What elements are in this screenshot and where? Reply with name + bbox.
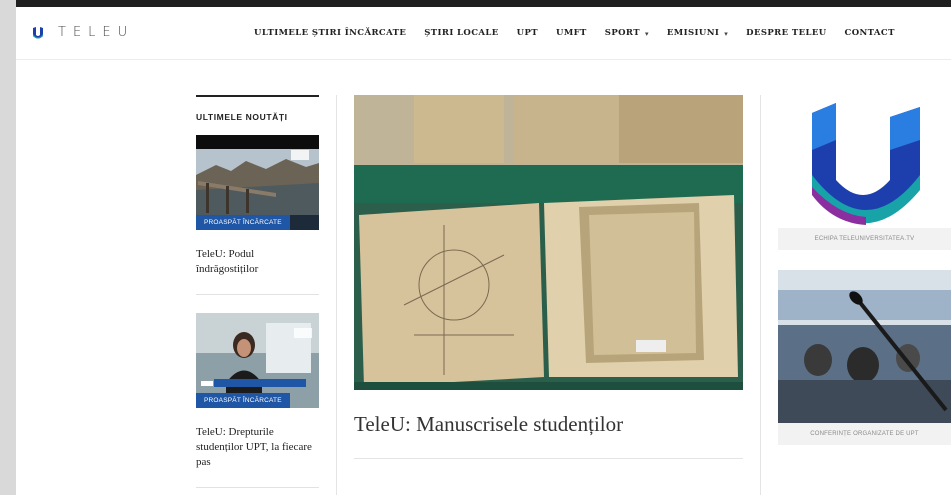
divider bbox=[354, 458, 743, 459]
chevron-down-icon: ▾ bbox=[644, 28, 649, 38]
latest-news-column: ULTIMELE NOUTĂȚI PROASPĂT ÎNCĂRCATE Tele… bbox=[196, 95, 319, 488]
nav-item-știri-locale[interactable]: ȘTIRI LOCALE bbox=[424, 28, 498, 38]
team-caption: ECHIPA TELEUNIVERSITATEA.TV bbox=[778, 228, 951, 250]
nav-item-label: CONTACT bbox=[844, 28, 895, 38]
post-thumbnail-student[interactable]: PROASPĂT ÎNCĂRCATE bbox=[196, 313, 319, 408]
nav-item-label: SPORT bbox=[604, 28, 640, 38]
column-divider bbox=[760, 95, 761, 495]
featured-article-title[interactable]: TeleU: Manuscrisele studenților bbox=[354, 412, 623, 437]
divider bbox=[196, 294, 319, 295]
post-thumbnail-bridge[interactable]: PROASPĂT ÎNCĂRCATE bbox=[196, 135, 319, 230]
nav-item-despre-teleu[interactable]: DESPRE TELEU bbox=[746, 28, 826, 38]
teleu-logo-icon bbox=[33, 26, 43, 38]
section-title: ULTIMELE NOUTĂȚI bbox=[196, 112, 288, 122]
nav-item-umft[interactable]: UMFT bbox=[556, 28, 587, 38]
featured-image-manuscripts[interactable] bbox=[354, 95, 743, 390]
post-badge[interactable]: PROASPĂT ÎNCĂRCATE bbox=[196, 393, 290, 408]
conference-caption: CONFERINȚE ORGANIZATE DE UPT bbox=[778, 423, 951, 445]
nav-item-ultimele-știri-încărcate[interactable]: ULTIMELE ȘTIRI ÎNCĂRCATE bbox=[254, 28, 406, 38]
conference-photo bbox=[778, 270, 951, 423]
main-nav: ULTIMELE ȘTIRI ÎNCĂRCATE ȘTIRI LOCALE UPT U… bbox=[254, 28, 913, 38]
post-title-link[interactable]: TeleU: Drepturile studenților UPT, la fi… bbox=[196, 425, 319, 470]
post-badge[interactable]: PROASPĂT ÎNCĂRCATE bbox=[196, 215, 290, 230]
nav-item-label: DESPRE TELEU bbox=[746, 28, 827, 38]
site-logo[interactable]: TELEU bbox=[32, 25, 134, 40]
nav-item-label: EMISIUNI bbox=[666, 28, 720, 38]
nav-item-label: ULTIMELE ȘTIRI ÎNCĂRCATE bbox=[254, 28, 407, 38]
nav-item-label: ȘTIRI LOCALE bbox=[424, 28, 499, 38]
nav-item-upt[interactable]: UPT bbox=[517, 28, 538, 38]
divider bbox=[196, 487, 319, 488]
nav-item-contact[interactable]: CONTACT bbox=[845, 28, 895, 38]
section-rule bbox=[196, 95, 319, 97]
column-divider bbox=[336, 95, 337, 495]
logo-text: TELEU bbox=[58, 25, 135, 40]
chevron-down-icon: ▾ bbox=[724, 28, 729, 38]
conference-card[interactable]: CONFERINȚE ORGANIZATE DE UPT bbox=[778, 270, 951, 445]
team-card[interactable]: ECHIPA TELEUNIVERSITATEA.TV bbox=[778, 95, 951, 250]
nav-item-label: UMFT bbox=[556, 28, 587, 38]
nav-item-emisiuni[interactable]: EMISIUNI ▾ bbox=[667, 28, 728, 38]
manuscripts-photo bbox=[354, 95, 743, 390]
page: TELEU ULTIMELE ȘTIRI ÎNCĂRCATE ȘTIRI LOCA… bbox=[16, 0, 951, 495]
site-header: TELEU ULTIMELE ȘTIRI ÎNCĂRCATE ȘTIRI LOCA… bbox=[16, 7, 951, 60]
post-title-link[interactable]: TeleU: Podul îndrăgostiților bbox=[196, 247, 319, 277]
nav-item-label: UPT bbox=[516, 28, 538, 38]
teleu-big-logo-icon bbox=[778, 95, 951, 228]
top-bar bbox=[16, 0, 951, 7]
nav-item-sport[interactable]: SPORT ▾ bbox=[605, 28, 649, 38]
